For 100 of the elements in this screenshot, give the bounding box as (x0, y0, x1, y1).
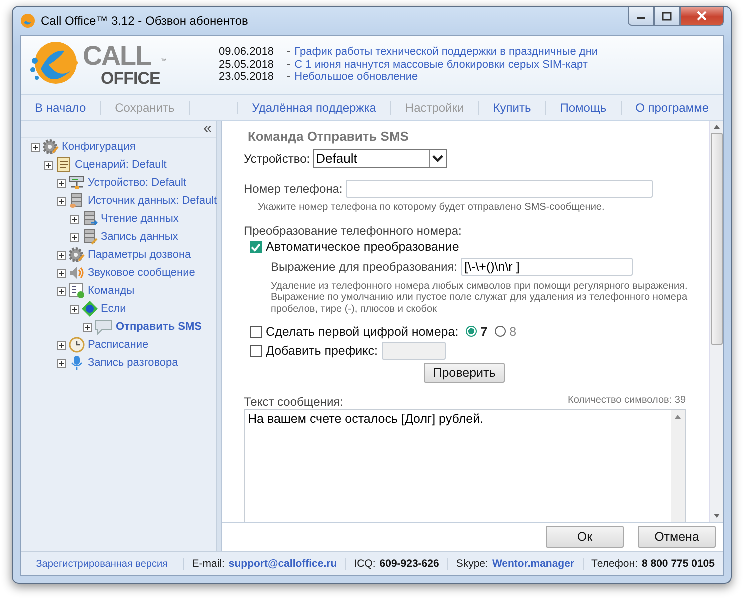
dialog-button[interactable]: Отмена (638, 526, 716, 548)
expand-icon[interactable] (57, 196, 66, 206)
question-icon (82, 301, 98, 317)
checkbox-label: Сделать первой цифрой номера: (266, 324, 459, 338)
checkbox[interactable] (250, 326, 262, 338)
clock-icon (69, 337, 85, 353)
message-field[interactable]: На вашем счете осталось [Долг] рублей. (244, 409, 686, 522)
scroll-up-icon (712, 124, 720, 130)
radio-label: 8 (510, 324, 517, 338)
news-link[interactable]: График работы технической поддержки в праздничные дни (294, 46, 598, 59)
gear-icon (43, 139, 59, 155)
expand-icon[interactable] (57, 358, 66, 368)
radio-button[interactable] (466, 326, 477, 337)
status-label: Skype: (456, 558, 488, 570)
news-link[interactable]: С 1 июня начнутся массовые блокировки серых SIM-карт (294, 58, 588, 72)
status-value: 8 800 775 0105 (642, 558, 715, 570)
tree-item[interactable]: Запись данных (101, 231, 178, 243)
tree-item[interactable]: Чтение данных (101, 213, 179, 225)
scrollbar[interactable] (671, 410, 685, 522)
news-link[interactable]: Небольшое обновление (294, 71, 418, 84)
database-icon (82, 229, 98, 245)
expression-field[interactable]: [\-\+()\n\r ] (460, 258, 633, 276)
close-button[interactable] (680, 7, 724, 26)
expand-icon[interactable] (83, 322, 92, 332)
radio-label: 7 (480, 324, 488, 338)
message-icon (95, 319, 113, 335)
logo-text: CALL (83, 43, 152, 70)
device-icon (69, 175, 85, 191)
scroll-down-icon (712, 513, 720, 519)
registration-link[interactable]: Зарегистрированная версия (36, 558, 168, 570)
news-date: 23.05.2018 (219, 71, 276, 84)
status-value: 609-923-626 (380, 558, 440, 570)
tree-item[interactable]: Отправить SMS (116, 321, 202, 333)
minimize-button[interactable] (628, 7, 654, 26)
nav-link[interactable]: Купить (479, 100, 546, 114)
tree-item[interactable]: Устройство: Default (88, 177, 187, 189)
scroll-up-icon (674, 414, 682, 420)
phone-field[interactable] (346, 180, 653, 198)
scrollbar[interactable] (709, 121, 723, 522)
microphone-icon (69, 355, 85, 371)
character-counter: Количество символов: 39 (568, 395, 686, 408)
tree-item[interactable]: Расписание (88, 339, 149, 351)
checkbox-label: Добавить префикс: (266, 344, 378, 358)
nav-link[interactable]: В начало (21, 100, 102, 114)
expand-icon[interactable] (31, 142, 40, 152)
tree-item[interactable]: Параметры дозвона (88, 249, 192, 261)
tree-item[interactable]: Источник данных: Default (88, 195, 218, 207)
expand-icon[interactable] (57, 286, 66, 296)
news-date: 09.06.2018 (219, 46, 276, 59)
expand-icon[interactable] (57, 268, 66, 278)
contact-link[interactable]: Wentor.manager (492, 558, 575, 570)
section-label: Преобразование телефонного номера: (244, 224, 463, 238)
logo-icon (20, 13, 36, 29)
field-label: Номер телефона: (244, 182, 343, 196)
nav-link[interactable]: Удалённая поддержка (238, 100, 392, 114)
field-label: Устройство: (244, 152, 310, 166)
status-label: Телефон: (592, 558, 638, 570)
tree-item[interactable]: Запись разговора (88, 357, 178, 369)
nav-link[interactable]: Помощь (546, 100, 622, 114)
expand-icon[interactable] (57, 250, 66, 260)
contact-link[interactable]: support@calloffice.ru (228, 558, 338, 570)
checkbox[interactable] (250, 241, 262, 253)
device-dropdown[interactable]: Default (313, 149, 448, 168)
dash: - (287, 71, 291, 84)
status-label: E-mail: (192, 558, 225, 570)
tree-item[interactable]: Конфигурация (62, 141, 136, 153)
checkbox[interactable] (250, 344, 262, 356)
hint-text: Укажите номер телефона по которому будет отправлено SMS-сообщение. (258, 202, 606, 214)
tree-item[interactable]: Если (101, 303, 126, 315)
news-date: 25.05.2018 (219, 58, 276, 72)
collapse-button[interactable]: « (204, 122, 212, 136)
dash: - (287, 46, 291, 59)
maximize-button[interactable] (654, 7, 680, 26)
checkbox-label: Автоматическое преобразование (266, 240, 460, 254)
expand-icon[interactable] (57, 178, 66, 188)
tree-item[interactable]: Сценарий: Default (75, 159, 167, 171)
tree-item[interactable]: Звуковое сообщение (88, 267, 196, 279)
radio-button[interactable] (494, 326, 506, 337)
database-icon (69, 193, 85, 209)
nav-link[interactable]: О программе (622, 100, 723, 114)
expand-icon[interactable] (70, 214, 79, 224)
speaker-icon (69, 265, 85, 281)
tree-item[interactable]: Команды (88, 285, 135, 297)
expand-icon[interactable] (70, 304, 79, 314)
status-label: ICQ: (354, 558, 376, 570)
expand-icon[interactable] (70, 232, 79, 242)
dash: - (287, 58, 291, 72)
window-title: Call Office™ 3.12 - Обзвон абонентов (41, 14, 248, 28)
close-icon (697, 11, 707, 21)
database-icon (82, 211, 98, 227)
gear-icon (69, 247, 85, 263)
expand-icon[interactable] (44, 160, 53, 170)
dialog-button[interactable]: Ок (546, 526, 624, 548)
list-icon (69, 283, 85, 299)
logo-text: OFFICE (101, 70, 160, 87)
expand-icon[interactable] (57, 340, 66, 350)
section-title: Команда Отправить SMS (248, 129, 410, 144)
scroll-icon (56, 157, 72, 173)
check-button[interactable]: Проверить (424, 363, 505, 383)
field-label: Текст сообщения: (244, 395, 344, 409)
